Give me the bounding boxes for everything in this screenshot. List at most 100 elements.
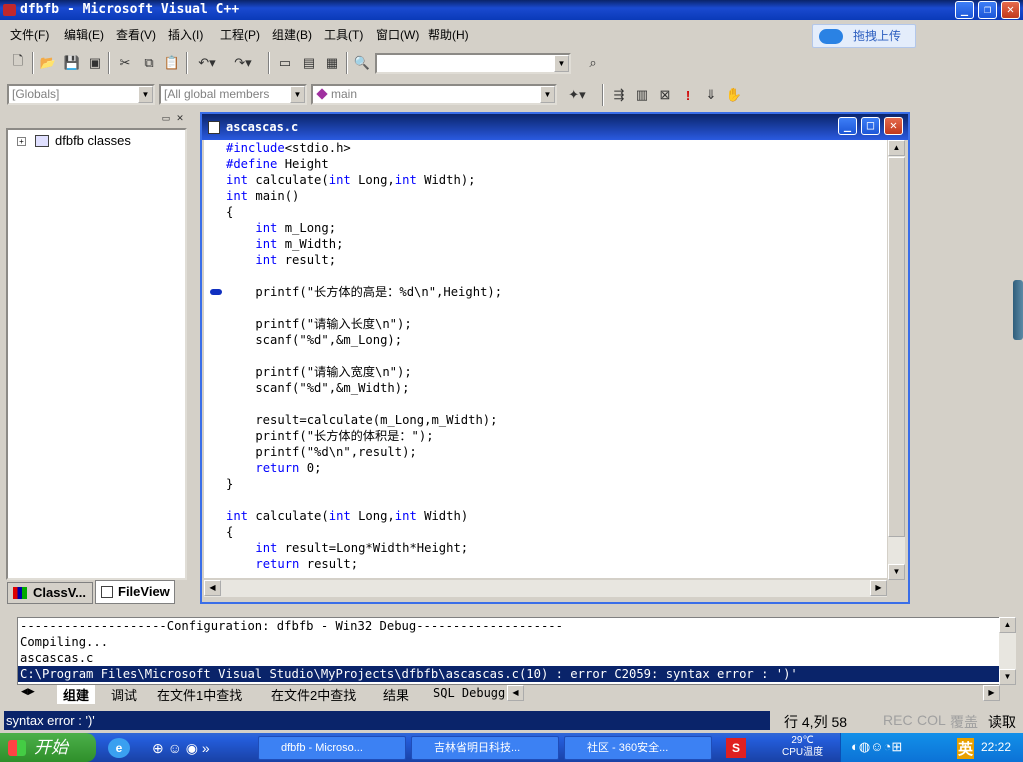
cut-icon[interactable]: ✂ (114, 52, 136, 74)
menu-build[interactable]: 组建(B) (270, 27, 314, 43)
editor-maximize-button[interactable]: □ (861, 117, 880, 135)
task-browser1[interactable]: 吉林省明日科技... (411, 736, 559, 760)
tabs-scroll-right-icon[interactable]: ▶ (983, 685, 1000, 701)
start-button[interactable]: 开始 (0, 733, 96, 762)
tab-find1[interactable]: 在文件1中查找 (157, 685, 242, 704)
quicklaunch-icons[interactable]: ⊕ ☺ ◉ » (152, 740, 210, 757)
redo-icon[interactable]: ↷▾ (228, 52, 258, 74)
window-list-icon[interactable]: ▦ (321, 52, 343, 74)
code-line[interactable]: #define Height (226, 156, 329, 172)
pane-restore-icon[interactable]: ▭ (160, 111, 172, 125)
find-in-files-icon[interactable]: 🔍 (351, 52, 373, 74)
editor-vscroll[interactable]: ▲ ▼ (888, 140, 905, 580)
scroll-down-icon[interactable]: ▼ (888, 564, 905, 580)
output-scroll-down-icon[interactable]: ▼ (999, 669, 1016, 685)
code-line[interactable]: int result; (226, 252, 336, 268)
open-folder-icon[interactable]: 📂 (37, 52, 59, 74)
menu-view[interactable]: 查看(V) (114, 27, 158, 43)
wizard-icon[interactable]: ✦▾ (560, 84, 594, 106)
save-all-icon[interactable]: ▣ (84, 52, 106, 74)
code-line[interactable]: #include<stdio.h> (226, 140, 351, 156)
code-line[interactable]: return 0; (226, 460, 321, 476)
ime-indicator[interactable]: 英 (957, 738, 975, 759)
code-line[interactable]: scanf("%d",&m_Width); (226, 380, 409, 396)
compile-icon[interactable]: ⇶ (608, 84, 630, 106)
tabs-scroll-left-icon[interactable]: ◀ (507, 685, 524, 701)
tab-classview[interactable]: ClassV... (7, 582, 93, 604)
code-line[interactable]: printf("长方体的高是：%d\n",Height); (226, 284, 502, 300)
code-line[interactable]: int result=Long*Width*Height; (226, 540, 468, 556)
output-window-icon[interactable]: ▤ (298, 52, 320, 74)
function-combo[interactable]: main ▼ (311, 84, 557, 105)
editor-close-button[interactable]: ✕ (884, 117, 903, 135)
code-line[interactable]: printf("%d\n",result); (226, 444, 416, 460)
code-line[interactable]: int main() (226, 188, 299, 204)
restore-button[interactable]: ❐ (978, 1, 997, 19)
code-line[interactable]: printf("请输入长度\n"); (226, 316, 411, 332)
globals-combo[interactable]: [Globals] ▼ (7, 84, 155, 105)
code-line[interactable]: } (226, 476, 233, 492)
menu-project[interactable]: 工程(P) (218, 27, 262, 43)
stop-build-icon[interactable]: ⊠ (654, 84, 676, 106)
tab-find2[interactable]: 在文件2中查找 (271, 685, 356, 704)
breakpoint-hand-icon[interactable]: ✋ (723, 84, 745, 106)
scroll-up-icon[interactable]: ▲ (888, 140, 905, 156)
copy-icon[interactable]: ⧉ (138, 52, 160, 74)
workspace-icon[interactable]: ▭ (274, 52, 296, 74)
ime-s-icon[interactable]: S (726, 738, 746, 758)
code-line[interactable]: int m_Width; (226, 236, 343, 252)
close-button[interactable]: ✕ (1001, 1, 1020, 19)
upload-button[interactable]: 拖拽上传 (812, 24, 916, 48)
execute-icon[interactable]: ! (677, 84, 699, 106)
code-line[interactable]: int calculate(int Long,int Width) (226, 508, 468, 524)
editor-minimize-button[interactable]: _ (838, 117, 857, 135)
tab-build[interactable]: 组建 (57, 685, 96, 704)
undo-icon[interactable]: ↶▾ (192, 52, 222, 74)
tree-expand-icon[interactable]: + (17, 137, 26, 146)
code-line[interactable]: scanf("%d",&m_Long); (226, 332, 402, 348)
tab-nav-icon[interactable]: ◀▶ (21, 686, 35, 697)
output-vscroll[interactable]: ▲ ▼ (999, 617, 1016, 685)
tab-sql-debug[interactable]: SQL Debugg (433, 686, 505, 700)
code-line[interactable]: { (226, 204, 233, 220)
code-line[interactable]: printf("请输入宽度\n"); (226, 364, 411, 380)
side-handle[interactable] (1013, 280, 1023, 340)
minimize-button[interactable]: _ (955, 1, 974, 19)
scroll-right-icon[interactable]: ▶ (870, 580, 887, 596)
scroll-thumb[interactable] (888, 157, 905, 537)
tab-fileview[interactable]: FileView (95, 580, 175, 604)
tree-root[interactable]: dfbfb classes (55, 133, 131, 148)
menu-insert[interactable]: 插入(I) (166, 27, 205, 43)
code-line[interactable]: printf("长方体的体积是："); (226, 428, 433, 444)
editor-hscroll[interactable]: ◀ ▶ (204, 580, 887, 597)
output-scroll-up-icon[interactable]: ▲ (999, 617, 1016, 633)
code-line[interactable]: int m_Long; (226, 220, 336, 236)
error-line[interactable]: C:\Program Files\Microsoft Visual Studio… (18, 666, 999, 682)
go-icon[interactable]: ⇓ (700, 84, 722, 106)
members-combo[interactable]: [All global members ▼ (159, 84, 307, 105)
binoculars-icon[interactable]: ⌕ (582, 52, 604, 74)
new-file-icon[interactable]: 🗋 (7, 52, 29, 74)
code-line[interactable]: { (226, 524, 233, 540)
task-browser2[interactable]: 社区 - 360安全... (564, 736, 712, 760)
menu-edit[interactable]: 编辑(E) (62, 27, 106, 43)
menu-window[interactable]: 窗口(W) (374, 27, 421, 43)
code-line[interactable]: int calculate(int Long,int Width); (226, 172, 476, 188)
menu-help[interactable]: 帮助(H) (426, 27, 471, 43)
paste-icon[interactable]: 📋 (161, 52, 183, 74)
pane-close-icon[interactable]: ✕ (174, 111, 186, 125)
tab-debug[interactable]: 调试 (111, 685, 137, 704)
build-icon[interactable]: ▥ (631, 84, 653, 106)
find-combo[interactable]: ▼ (375, 53, 571, 74)
save-icon[interactable]: 💾 (61, 52, 83, 74)
tab-results[interactable]: 结果 (383, 685, 409, 704)
menu-tools[interactable]: 工具(T) (322, 27, 365, 43)
code-line[interactable]: return result; (226, 556, 358, 572)
code-line[interactable]: result=calculate(m_Long,m_Width); (226, 412, 497, 428)
task-vc[interactable]: dfbfb - Microso... (258, 736, 406, 760)
ie-icon[interactable]: e (108, 738, 130, 758)
menu-file[interactable]: 文件(F) (8, 27, 51, 43)
tray-icons[interactable]: ◐◍☺◔⊞ (851, 739, 902, 755)
code-editor[interactable]: #include<stdio.h> #define Height int calcu… (204, 140, 887, 578)
scroll-left-icon[interactable]: ◀ (204, 580, 221, 596)
